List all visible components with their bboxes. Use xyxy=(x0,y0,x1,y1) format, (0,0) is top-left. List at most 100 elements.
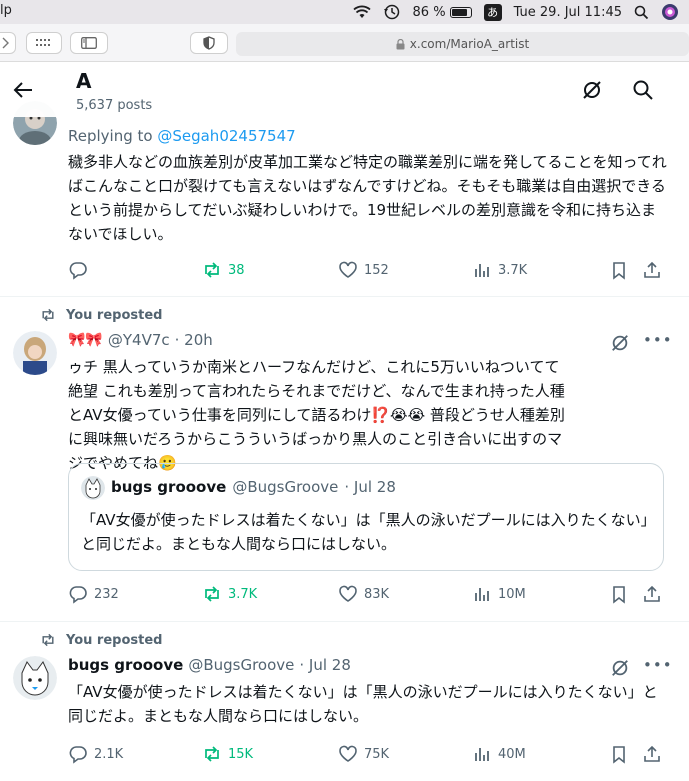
tab-overview-button[interactable] xyxy=(26,32,62,54)
post-text: 穢多非人などの血族差別が皮革加工業など特定の職業差別に端を発してることを知ってれ… xyxy=(68,153,667,243)
repost-count: 38 xyxy=(228,262,245,278)
profile-name: A xyxy=(76,69,92,93)
like-count: 152 xyxy=(364,262,389,278)
time-machine-icon[interactable] xyxy=(383,3,401,21)
app-menu-fragment[interactable]: lp xyxy=(0,3,12,18)
heart-icon xyxy=(339,585,357,602)
quoted-author-name: bugs grooove xyxy=(111,478,227,496)
reply-button[interactable]: 232 xyxy=(68,584,119,604)
share-button[interactable] xyxy=(642,744,662,764)
quoted-post-text: 「AV女優が使ったドレスは着たくない」は「黒人の泳いだプールには入りたくない」と… xyxy=(81,511,649,553)
like-button[interactable]: 152 xyxy=(338,260,389,280)
post-reposted[interactable]: You reposted bugs grooove @BugsGroove · … xyxy=(0,622,689,781)
post-actions: 2.1K 15K 75K 40M xyxy=(68,744,668,764)
privacy-shield-button[interactable] xyxy=(190,32,228,54)
browser-toolbar: x.com/MarioA_artist xyxy=(0,24,689,62)
search-icon[interactable] xyxy=(632,79,654,105)
back-arrow-icon[interactable] xyxy=(12,79,34,105)
repost-button[interactable]: 15K xyxy=(202,744,253,764)
views-chart-icon xyxy=(475,748,489,761)
post-text: 「AV女優が使ったドレスは着たくない」は「黒人の泳いだプールには入りたくない」と… xyxy=(68,683,658,725)
repost-button[interactable]: 38 xyxy=(202,260,245,280)
battery-status[interactable]: 86 % xyxy=(413,5,472,20)
post-time[interactable]: · Jul 28 xyxy=(299,656,351,674)
views-chart-icon xyxy=(475,264,489,277)
bookmark-button[interactable] xyxy=(609,584,629,604)
repost-button[interactable]: 3.7K xyxy=(202,584,257,604)
bookmark-icon xyxy=(613,586,625,604)
posts-count: 5,637 posts xyxy=(76,98,153,113)
views-button[interactable]: 40M xyxy=(472,744,526,764)
battery-percent: 86 % xyxy=(412,4,446,20)
profile-header: A 5,637 posts xyxy=(0,62,689,117)
bookmark-icon xyxy=(613,746,625,764)
repost-icon xyxy=(205,586,219,602)
grok-icon[interactable] xyxy=(610,333,630,357)
repost-count: 3.7K xyxy=(228,586,258,602)
post-reposted[interactable]: You reposted 🎀🎀 @Y4V7c · 20h ••• ゥチ 黒人って… xyxy=(0,297,689,622)
url-text: x.com/MarioA_artist xyxy=(409,37,530,51)
repost-indicator-label: You reposted xyxy=(66,307,163,323)
reply-count: 232 xyxy=(94,586,119,602)
address-bar[interactable]: x.com/MarioA_artist xyxy=(236,32,689,56)
reply-button[interactable] xyxy=(68,260,94,280)
like-count: 83K xyxy=(364,586,390,602)
heart-icon xyxy=(339,261,357,278)
wifi-icon[interactable] xyxy=(352,5,371,19)
input-source-indicator[interactable]: あ xyxy=(483,3,502,21)
more-options-icon[interactable]: ••• xyxy=(643,331,673,349)
share-icon xyxy=(644,261,660,278)
share-icon xyxy=(644,745,660,762)
share-button[interactable] xyxy=(642,260,662,280)
reply-icon xyxy=(69,586,87,604)
avatar[interactable] xyxy=(13,331,57,375)
share-button[interactable] xyxy=(642,584,662,604)
post-reply[interactable]: Replying to @Segah02457547 穢多非人などの血族差別が皮… xyxy=(0,101,689,297)
reply-icon xyxy=(69,746,87,764)
quoted-post-date: · Jul 28 xyxy=(344,478,396,496)
quoted-author-handle: @BugsGroove xyxy=(232,478,339,496)
author-handle[interactable]: @BugsGroove xyxy=(188,656,294,674)
siri-icon[interactable] xyxy=(661,3,679,21)
timeline: Replying to @Segah02457547 穢多非人などの血族差別が皮… xyxy=(0,101,689,781)
like-button[interactable]: 75K xyxy=(338,744,389,764)
heart-icon xyxy=(339,745,357,762)
quoted-author-row: bugs grooove @BugsGroove · Jul 28 xyxy=(111,478,396,496)
bookmark-button[interactable] xyxy=(609,260,629,280)
sidebar-toggle-button[interactable] xyxy=(70,32,108,54)
spotlight-search-icon[interactable] xyxy=(634,5,649,20)
quoted-post[interactable]: bugs grooove @BugsGroove · Jul 28 「AV女優が… xyxy=(68,463,664,571)
repost-count: 15K xyxy=(228,746,254,762)
grok-icon[interactable] xyxy=(581,79,603,105)
author-name[interactable]: bugs grooove xyxy=(68,656,183,674)
replying-to-label: Replying to xyxy=(68,127,158,145)
repost-icon xyxy=(205,262,219,278)
like-button[interactable]: 83K xyxy=(338,584,389,604)
repost-indicator-icon xyxy=(42,308,54,322)
post-text: ゥチ 黒人っていうか南米とハーフなんだけど、これに5万いいねついてて絶望 これも… xyxy=(68,358,565,472)
author-name[interactable]: 🎀🎀 xyxy=(68,332,103,348)
quoted-avatar xyxy=(81,476,105,500)
views-button[interactable]: 10M xyxy=(472,584,526,604)
grok-icon[interactable] xyxy=(610,658,630,682)
post-actions: 232 3.7K 83K 10M xyxy=(68,584,668,604)
avatar[interactable] xyxy=(13,656,57,700)
repost-indicator: You reposted xyxy=(40,307,162,323)
views-button[interactable]: 3.7K xyxy=(472,260,527,280)
repost-indicator: You reposted xyxy=(40,632,162,648)
more-options-icon[interactable]: ••• xyxy=(643,656,673,674)
bookmark-button[interactable] xyxy=(609,744,629,764)
menubar-clock[interactable]: Tue 29. Jul 11:45 xyxy=(514,5,622,20)
repost-icon xyxy=(205,746,219,762)
post-time[interactable]: · 20h xyxy=(175,331,213,349)
bookmark-icon xyxy=(613,262,625,280)
back-forward-button[interactable] xyxy=(0,32,16,54)
post-actions: 38 152 3.7K xyxy=(68,260,668,280)
reply-button[interactable]: 2.1K xyxy=(68,744,123,764)
repost-indicator-label: You reposted xyxy=(66,632,163,648)
replying-to-handle-link[interactable]: @Segah02457547 xyxy=(157,127,295,145)
author-handle[interactable]: @Y4V7c xyxy=(108,331,170,349)
author-row: bugs grooove @BugsGroove · Jul 28 xyxy=(68,656,351,674)
like-count: 75K xyxy=(364,746,390,762)
views-chart-icon xyxy=(475,588,489,601)
